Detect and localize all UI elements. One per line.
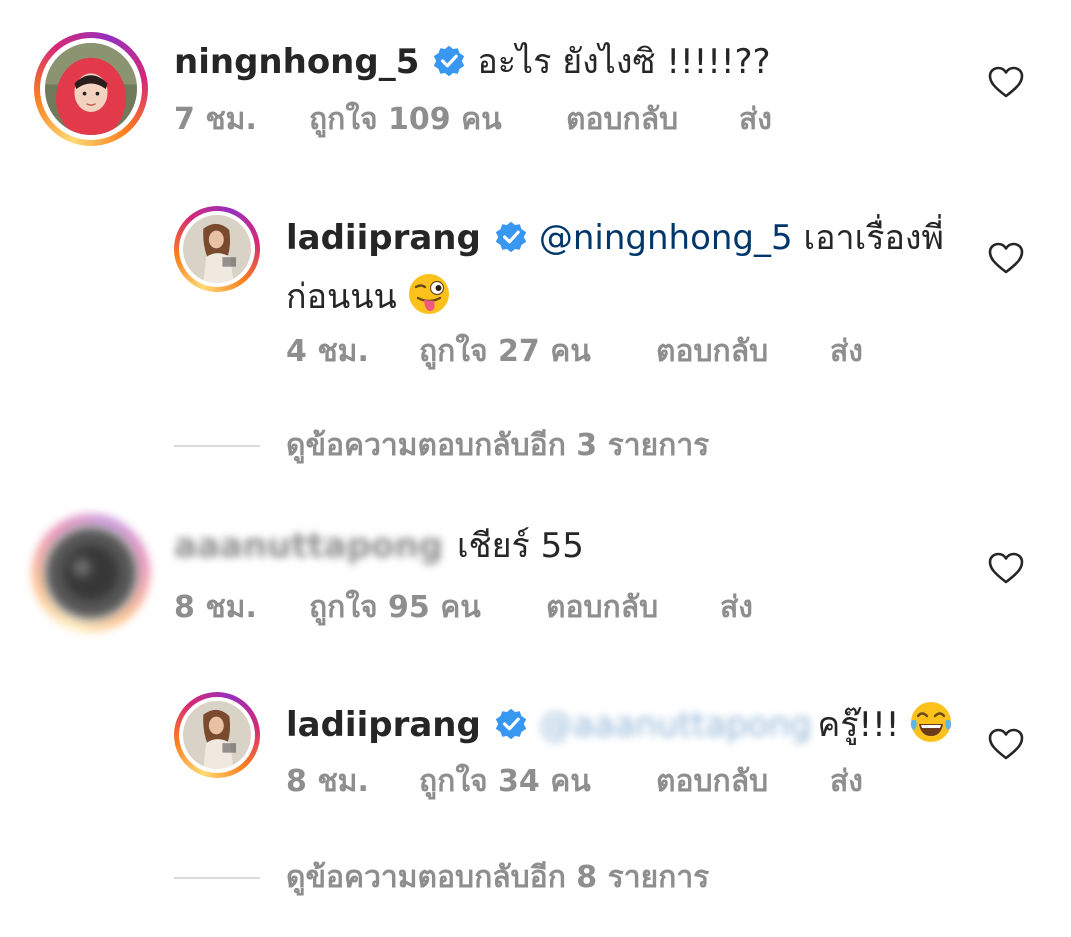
mention-link[interactable]: @ningnhong_5 — [539, 218, 793, 258]
timestamp: 8 ชม. — [286, 764, 369, 799]
username[interactable]: ladiiprang — [286, 218, 481, 258]
heart-outline-icon[interactable] — [988, 242, 1024, 274]
verified-badge-icon — [434, 45, 465, 77]
comment-text: อะไร ยังไงซิ !!!!!?? — [477, 42, 771, 82]
username[interactable]: ladiiprang — [286, 705, 481, 745]
heart-outline-icon[interactable] — [988, 66, 1024, 98]
avatar[interactable] — [34, 32, 148, 146]
divider — [174, 445, 260, 447]
avatar[interactable] — [34, 516, 148, 630]
reply-button[interactable]: ตอบกลับ — [546, 590, 658, 626]
view-more-replies-label: ดูข้อความตอบกลับอีก 8 รายการ — [286, 860, 710, 895]
verified-badge-icon — [495, 221, 527, 253]
divider — [174, 877, 260, 879]
view-more-replies-button[interactable]: ดูข้อความตอบกลับอีก 3 รายการ — [174, 428, 874, 464]
profile-photo — [183, 701, 251, 769]
send-button[interactable]: ส่ง — [739, 102, 772, 138]
username[interactable]: ningnhong_5 — [174, 42, 419, 82]
avatar[interactable] — [174, 692, 260, 778]
send-button[interactable]: ส่ง — [830, 334, 863, 370]
profile-photo — [183, 215, 251, 283]
profile-photo — [45, 43, 137, 135]
avatar[interactable] — [174, 206, 260, 292]
verified-badge-icon — [495, 708, 527, 740]
reply-text: ครู๊!!! — [817, 705, 900, 745]
likes-count[interactable]: ถูกใจ 109 คน — [309, 102, 502, 138]
reply-button[interactable]: ตอบกลับ — [656, 764, 768, 800]
timestamp: 7 ชม. — [174, 102, 257, 137]
winking-face-with-tongue-emoji-icon — [408, 274, 449, 314]
username[interactable]: aaanuttapong — [174, 526, 443, 566]
mention-link[interactable]: @aaanuttapong — [539, 705, 812, 745]
heart-outline-icon[interactable] — [988, 728, 1024, 760]
comment-text: เชียร์ 55 — [456, 526, 584, 566]
timestamp: 4 ชม. — [286, 334, 369, 369]
likes-count[interactable]: ถูกใจ 95 คน — [309, 590, 481, 626]
reply-button[interactable]: ตอบกลับ — [566, 102, 678, 138]
send-button[interactable]: ส่ง — [720, 590, 753, 626]
send-button[interactable]: ส่ง — [830, 764, 863, 800]
reply-text-continued: ก่อนนน — [286, 277, 397, 317]
reply-button[interactable]: ตอบกลับ — [656, 334, 768, 370]
reply-text: เอาเรื่องพี่ — [792, 218, 944, 258]
view-more-replies-label: ดูข้อความตอบกลับอีก 3 รายการ — [286, 428, 710, 463]
view-more-replies-button[interactable]: ดูข้อความตอบกลับอีก 8 รายการ — [174, 860, 874, 896]
likes-count[interactable]: ถูกใจ 34 คน — [419, 764, 591, 800]
profile-photo — [45, 527, 137, 619]
heart-outline-icon[interactable] — [988, 552, 1024, 584]
face-with-tears-of-joy-emoji-icon — [911, 702, 952, 742]
likes-count[interactable]: ถูกใจ 27 คน — [419, 334, 591, 370]
timestamp: 8 ชม. — [174, 590, 257, 625]
